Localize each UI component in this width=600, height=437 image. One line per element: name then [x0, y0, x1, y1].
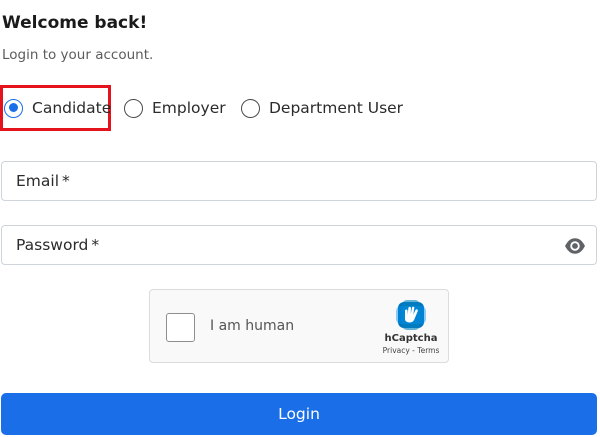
email-label: Email * — [16, 172, 70, 190]
role-option-candidate[interactable]: Candidate — [0, 85, 111, 131]
hcaptcha-logo-icon — [396, 300, 426, 330]
password-label: Password * — [16, 236, 99, 254]
hcaptcha-brand: hCaptcha — [384, 333, 438, 344]
hcaptcha-privacy-terms[interactable]: Privacy - Terms — [374, 346, 448, 355]
department-user-label: Department User — [269, 99, 404, 117]
captcha-checkbox[interactable] — [166, 313, 195, 342]
email-required-marker: * — [62, 172, 70, 190]
login-button[interactable]: Login — [1, 393, 597, 435]
department-user-radio[interactable] — [241, 98, 260, 118]
email-label-text: Email — [16, 172, 60, 190]
password-label-text: Password — [16, 236, 89, 254]
email-field[interactable]: Email * — [1, 161, 597, 201]
password-field[interactable]: Password * — [1, 225, 597, 265]
login-page: Welcome back! Login to your account. Can… — [0, 0, 600, 437]
candidate-label: Candidate — [32, 99, 112, 117]
role-option-employer[interactable]: Employer — [124, 85, 226, 131]
candidate-radio[interactable] — [4, 98, 23, 118]
role-radio-group: Candidate Employer Department User — [0, 85, 600, 131]
role-option-department-user[interactable]: Department User — [241, 85, 403, 131]
page-subtitle: Login to your account. — [2, 47, 154, 63]
employer-radio[interactable] — [124, 98, 143, 118]
employer-label: Employer — [152, 99, 226, 117]
eye-icon[interactable] — [564, 236, 586, 256]
captcha-checkbox-label: I am human — [210, 318, 295, 334]
hcaptcha-widget: I am human hCaptcha Privacy - Terms — [149, 289, 449, 363]
password-required-marker: * — [91, 236, 100, 254]
page-title: Welcome back! — [2, 13, 148, 33]
